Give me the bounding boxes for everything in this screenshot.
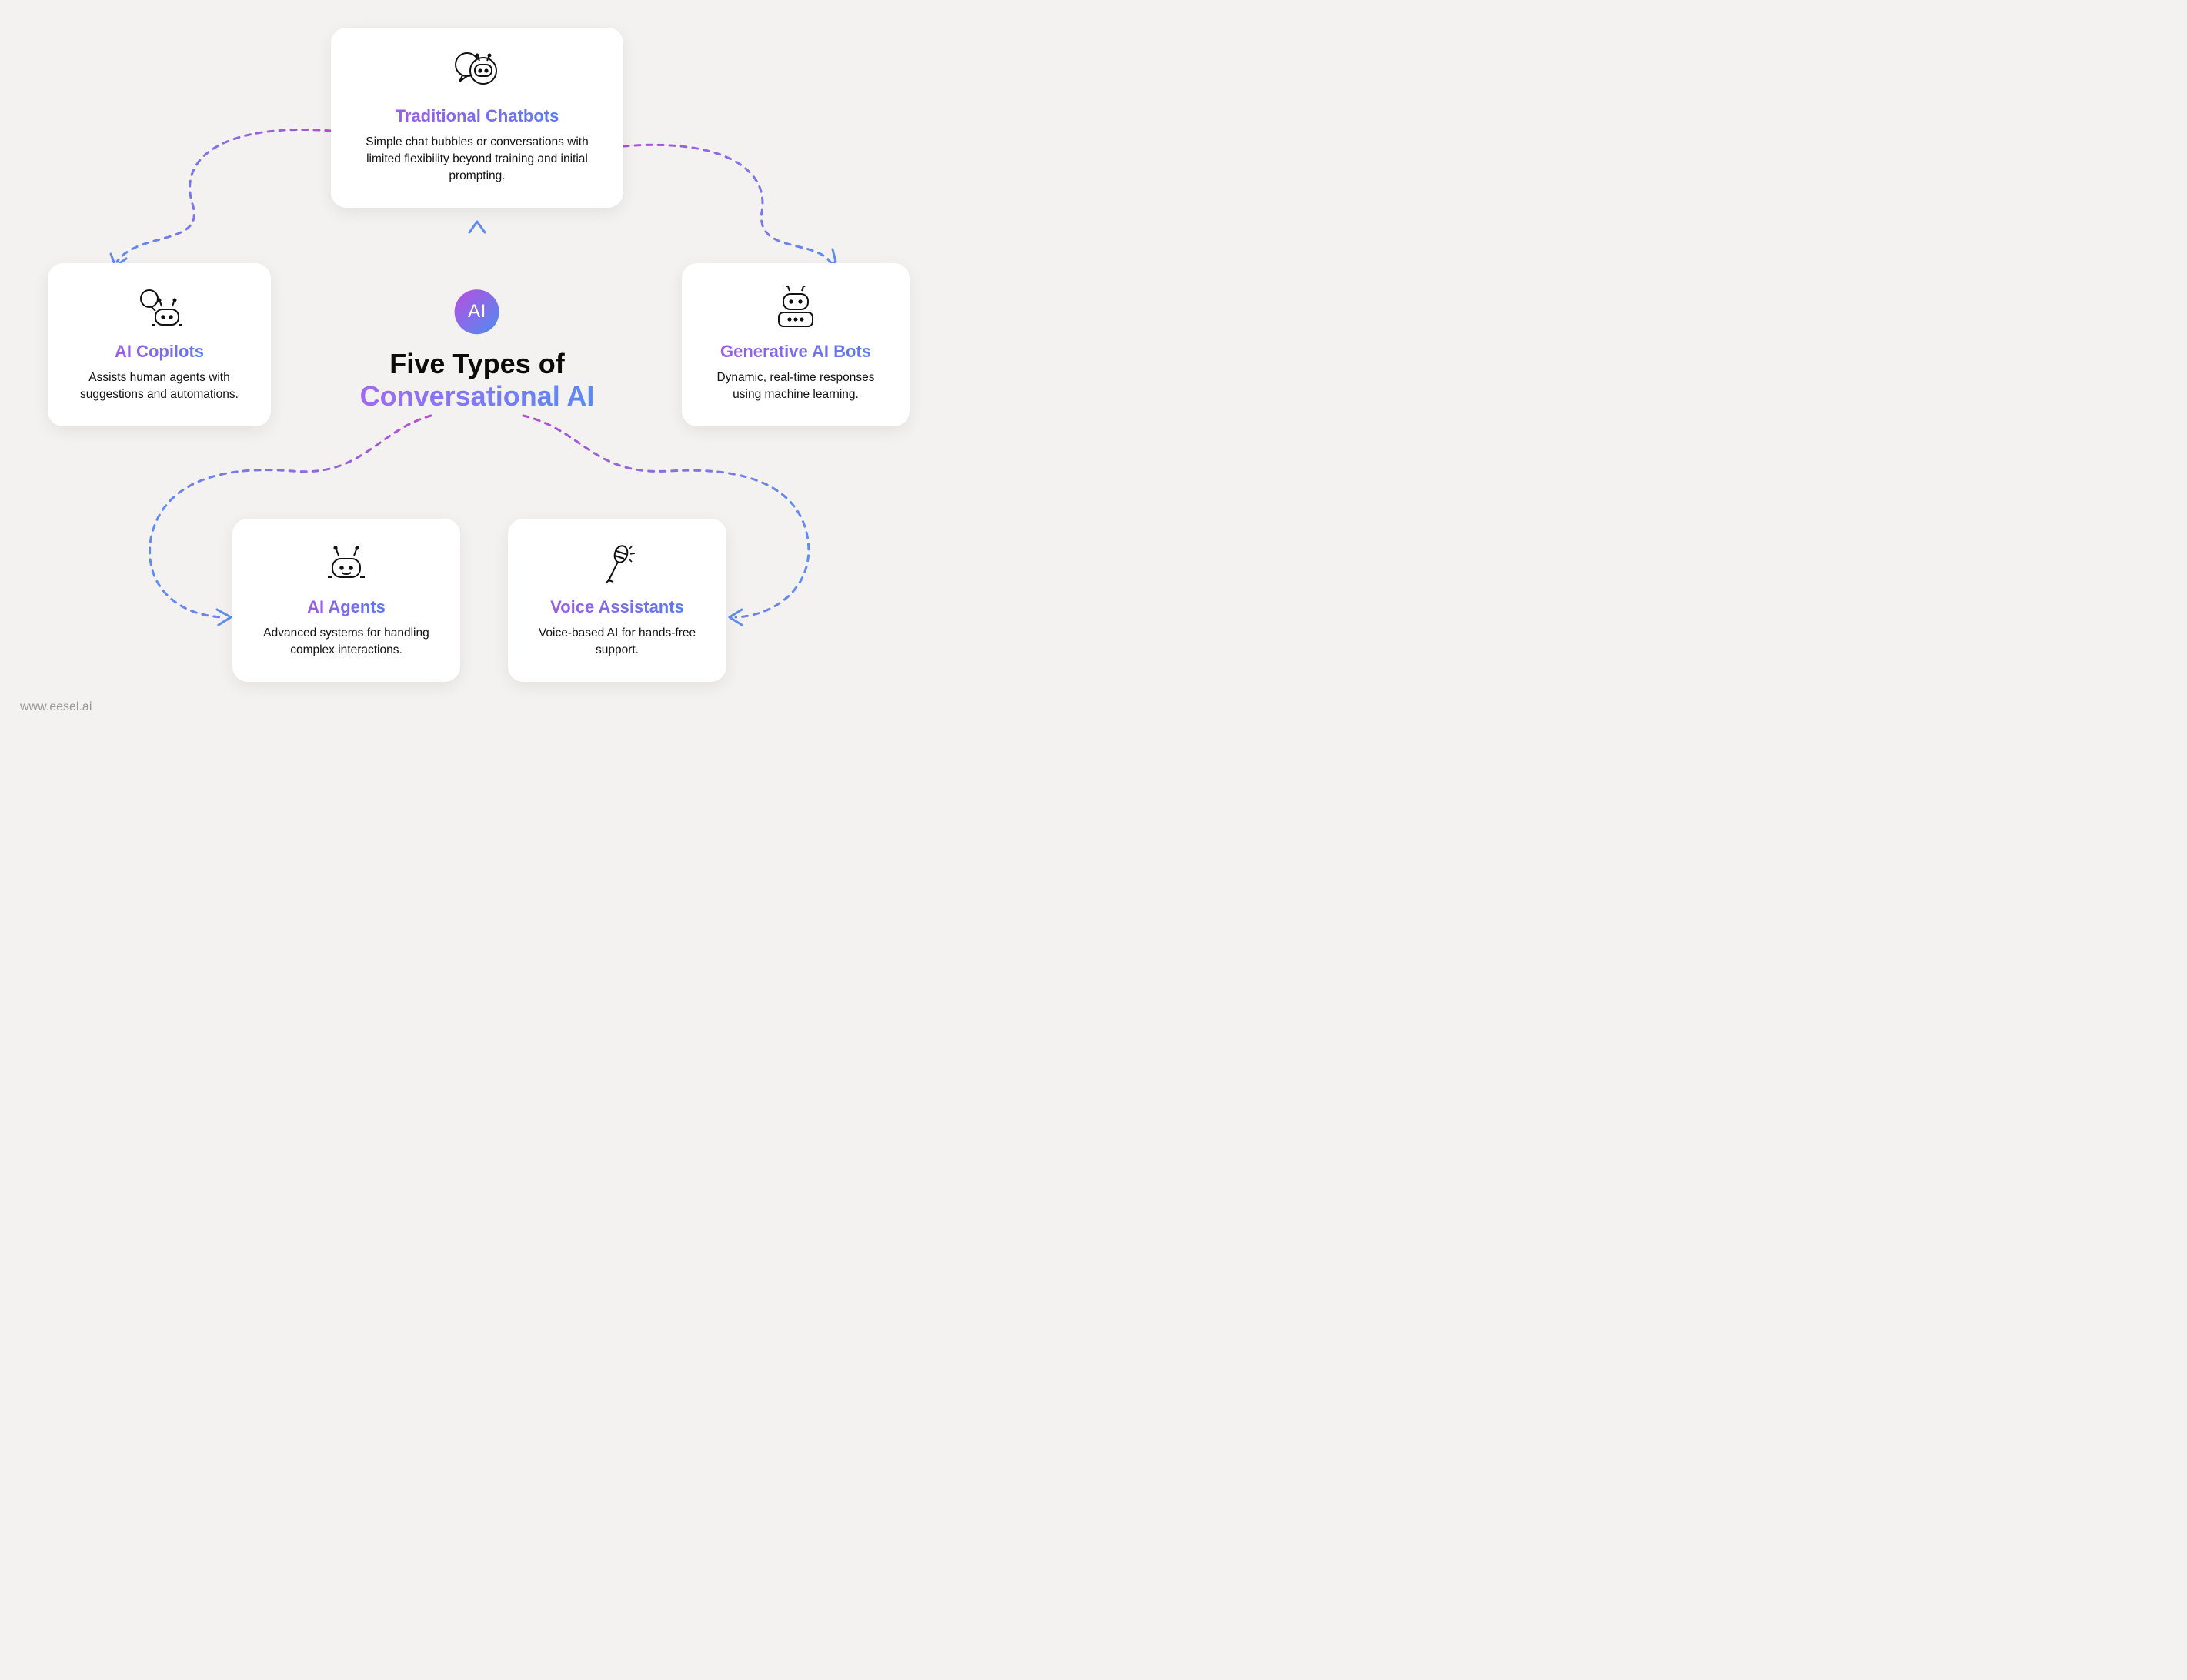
title-line-1: Five Types of — [389, 348, 564, 379]
card-traditional-chatbots: Traditional Chatbots Simple chat bubbles… — [331, 28, 623, 208]
bot-typing-icon — [768, 283, 823, 331]
bot-speech-icon — [132, 283, 186, 331]
title-line-2: Conversational AI — [360, 381, 595, 412]
attribution-text: www.eesel.ai — [20, 700, 92, 714]
card-desc: Dynamic, real-time responses using machi… — [702, 369, 890, 403]
card-desc: Simple chat bubbles or conversations wit… — [354, 134, 600, 185]
bot-agent-icon — [322, 539, 371, 586]
diagram-center: AI Five Types of Conversational AI — [360, 289, 595, 413]
card-ai-copilots: AI Copilots Assists human agents with su… — [48, 263, 271, 426]
card-desc: Advanced systems for handling complex in… — [252, 625, 440, 659]
card-title: Generative AI Bots — [720, 342, 871, 362]
diagram-title: Five Types of Conversational AI — [360, 348, 595, 413]
chat-bubbles-bot-icon — [449, 48, 506, 95]
card-ai-agents: AI Agents Advanced systems for handling … — [232, 519, 460, 682]
card-title: Voice Assistants — [550, 597, 684, 617]
card-voice-assistants: Voice Assistants Voice-based AI for hand… — [508, 519, 726, 682]
card-title: Traditional Chatbots — [396, 106, 559, 126]
card-title: AI Agents — [307, 597, 386, 617]
microphone-icon — [598, 539, 636, 586]
card-desc: Assists human agents with suggestions an… — [68, 369, 251, 403]
card-title: AI Copilots — [115, 342, 204, 362]
card-generative-ai-bots: Generative AI Bots Dynamic, real-time re… — [682, 263, 910, 426]
ai-badge: AI — [455, 289, 499, 334]
card-desc: Voice-based AI for hands-free support. — [528, 625, 706, 659]
